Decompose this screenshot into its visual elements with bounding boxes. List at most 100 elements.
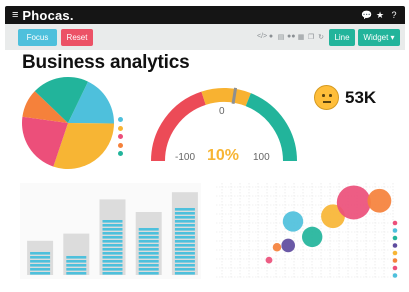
bubble[interactable] — [367, 188, 392, 213]
bar-segment — [30, 256, 51, 259]
kpi-value: 53K — [345, 87, 377, 107]
bar-segment — [174, 224, 195, 227]
bubble-legend-dot — [392, 243, 398, 248]
grid-icon[interactable]: ▦ — [297, 33, 305, 41]
bar-segment — [138, 256, 159, 259]
bar-segment — [102, 240, 123, 243]
bar-segment — [138, 248, 159, 251]
bar-segment — [102, 264, 123, 267]
bar-segment — [138, 264, 159, 267]
neutral-face-icon — [314, 85, 339, 110]
gauge-min-label: -100 — [175, 152, 196, 163]
bar-segment — [30, 264, 51, 267]
bubble-chart — [216, 183, 398, 279]
bubble-legend-dot — [392, 220, 398, 226]
gauge-max-label: 100 — [253, 152, 270, 163]
focus-button[interactable]: Focus — [18, 28, 57, 46]
bar-segment — [174, 260, 195, 263]
gauge-mid-label: 0 — [219, 106, 225, 117]
hamburger-menu-icon[interactable]: ≡ — [12, 9, 18, 21]
bubble[interactable] — [272, 242, 282, 252]
pie-legend-dot — [118, 125, 123, 131]
bar-segment — [66, 260, 87, 263]
bar-segment — [102, 244, 123, 247]
bar-segment — [138, 232, 159, 235]
reset-button[interactable]: Reset — [61, 28, 93, 46]
bar-segment — [102, 272, 123, 275]
bar-segment — [102, 256, 123, 259]
bar-segment — [174, 252, 195, 255]
bar-segment — [174, 272, 195, 275]
bar-segment — [174, 232, 195, 235]
bar-segment — [138, 240, 159, 243]
copy-icon[interactable]: ❐ — [307, 33, 315, 41]
bar-segment — [30, 272, 51, 275]
toolbar: Focus Reset </> ● ▤ ●● ▦ ❐ ↻ Line Widget… — [5, 24, 405, 50]
bar-segment — [174, 264, 195, 267]
bar-segment — [174, 268, 195, 271]
bar-segment — [174, 244, 195, 247]
chat-icon[interactable]: 💬 — [361, 10, 372, 20]
bubble-legend-dot — [392, 265, 398, 271]
header-icons: 💬 ★ ? — [361, 10, 399, 20]
bubble-legend-dot — [392, 273, 398, 278]
bar-segment — [174, 240, 195, 243]
widget-dropdown[interactable]: Widget ▾ — [358, 28, 400, 46]
bar-segment — [66, 256, 87, 259]
app-header: ≡ Phocas. 💬 ★ ? — [5, 6, 405, 24]
refresh-icon[interactable]: ↻ — [317, 33, 325, 41]
bar-chart — [27, 192, 198, 275]
bar-segment — [138, 252, 159, 255]
bar-segment — [102, 236, 123, 239]
bar-chart-panel — [20, 183, 201, 279]
pie-legend-dot — [118, 151, 123, 156]
info-icon[interactable]: ● — [267, 33, 275, 41]
bar-segment — [138, 244, 159, 247]
bar-segment — [30, 268, 51, 271]
bubble-legend-dot — [392, 258, 398, 263]
bar-segment — [102, 268, 123, 271]
bar-segment — [138, 268, 159, 271]
bubble[interactable] — [281, 238, 295, 253]
bar-segment — [102, 248, 123, 251]
bar-segment — [102, 260, 123, 263]
star-icon[interactable]: ★ — [375, 10, 385, 20]
bar-segment — [102, 224, 123, 227]
line-button[interactable]: Line — [329, 28, 355, 46]
pie-legend-dot — [118, 117, 123, 122]
bar-segment — [138, 236, 159, 239]
bar-segment — [174, 236, 195, 239]
bar-segment — [138, 228, 159, 231]
bar-segment — [174, 216, 195, 219]
bar-segment — [66, 272, 87, 275]
bubble-chart-panel — [216, 183, 404, 279]
bubble[interactable] — [265, 256, 273, 264]
bubble[interactable] — [302, 226, 323, 248]
help-icon[interactable]: ? — [389, 10, 399, 20]
bar-segment — [30, 252, 51, 255]
bubble-legend-dot — [392, 250, 398, 256]
pie-chart — [21, 77, 115, 169]
bar-segment — [102, 228, 123, 231]
toolbar-icons: </> ● ▤ ●● ▦ ❐ ↻ — [257, 33, 325, 41]
bubble-legend-dot — [392, 235, 398, 241]
pie-legend-dot — [118, 142, 123, 148]
bar-segment — [102, 232, 123, 235]
bar-segment — [66, 264, 87, 267]
print-icon[interactable]: ▤ — [277, 33, 285, 41]
bar-segment — [174, 212, 195, 215]
brand-logo: Phocas. — [22, 7, 74, 23]
bar-segment — [30, 260, 51, 263]
bar-segment — [174, 220, 195, 223]
people-icon[interactable]: ●● — [287, 33, 295, 41]
bar-segment — [102, 220, 123, 223]
bubble[interactable] — [336, 185, 371, 220]
page-title: Business analytics — [22, 52, 190, 73]
bubble-legend-dot — [392, 228, 398, 233]
bubble[interactable] — [282, 211, 304, 232]
pie-legend — [118, 117, 124, 160]
bar-segment — [138, 272, 159, 275]
pie-legend-dot — [118, 134, 123, 139]
bar-segment — [174, 208, 195, 211]
code-icon[interactable]: </> — [257, 33, 267, 41]
